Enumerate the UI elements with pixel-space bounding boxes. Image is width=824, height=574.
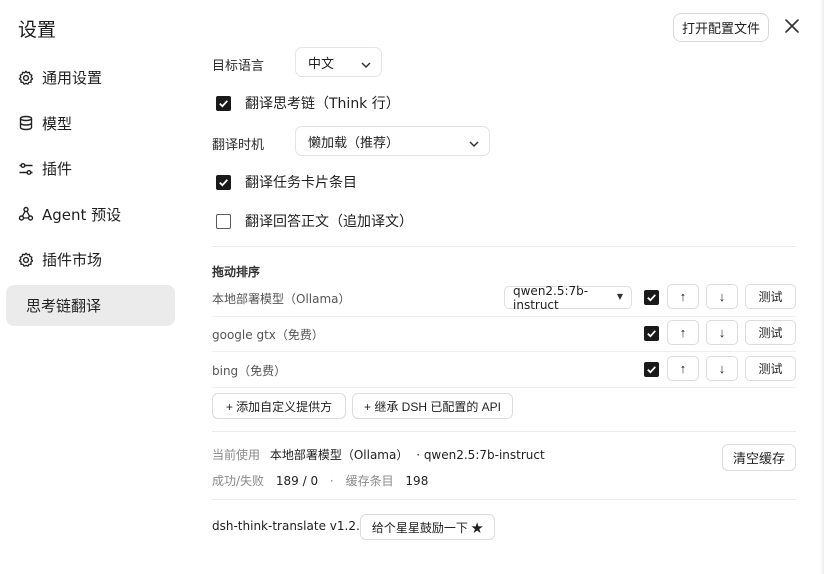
provider-enabled-checkbox[interactable] [644,326,659,341]
chevron-down-icon [361,58,371,69]
sidebar-item-label: 插件市场 [42,251,103,270]
provider-name: bing（免费） [212,364,287,378]
provider-enabled-checkbox[interactable] [644,362,659,377]
provider-row-google[interactable]: google gtx（免费） ↑ ↓ 测试 [212,317,796,353]
translate-answer-checkbox[interactable] [216,213,231,229]
add-custom-provider-button[interactable]: + 添加自定义提供方 [212,393,346,419]
cache-label: 缓存条目 [345,474,394,488]
timing-label: 翻译时机 [212,138,265,153]
database-icon [18,115,34,131]
sidebar-item-label: Agent 预设 [42,205,122,224]
agent-icon [18,206,34,222]
star-button[interactable]: 给个星星鼓励一下 ★ [360,514,495,540]
sidebar-item-models[interactable]: 模型 [6,103,175,144]
translate-answer-option[interactable]: 翻译回答正文（追加译文） [216,211,413,231]
translate-think-option[interactable]: 翻译思考链（Think 行） [216,93,400,113]
sidebar: 通用设置 模型 插件 Agent 预设 插件市场 思考链翻译 [6,57,175,331]
sidebar-item-label: 通用设置 [42,69,103,87]
move-up-button[interactable]: ↑ [667,284,699,309]
window-edge [820,0,824,574]
sliders-icon [18,161,34,177]
target-language-label: 目标语言 [212,59,265,74]
clear-cache-button[interactable]: 清空缓存 [722,444,796,471]
sidebar-item-think-translate[interactable]: 思考链翻译 [6,284,175,326]
sidebar-item-plugin-market[interactable]: 插件市场 [6,239,175,280]
page-title: 设置 [18,19,57,41]
caret-down-icon: ▼ [616,292,623,301]
test-button[interactable]: 测试 [745,320,796,345]
test-button[interactable]: 测试 [745,356,796,381]
target-language-value: 中文 [308,56,335,72]
timing-value: 懒加载（推荐） [308,135,400,151]
success-fail-label: 成功/失败 [212,474,265,488]
translate-task-option[interactable]: 翻译任务卡片条目 [216,172,357,192]
current-provider-line: 当前使用 本地部署模型（Ollama） · qwen2.5:7b-instruc… [212,446,545,463]
sidebar-item-label: 思考链翻译 [26,296,102,315]
timing-select[interactable]: 懒加载（推荐） [295,126,490,156]
target-language-select[interactable]: 中文 [295,47,382,77]
provider-section-title: 拖动排序 [212,265,261,279]
sidebar-item-agent-presets[interactable]: Agent 预设 [6,194,175,235]
translate-think-label: 翻译思考链（Think 行） [245,96,400,112]
row-separator [212,387,796,388]
inherit-dsh-api-button[interactable]: + 继承 DSH 已配置的 API [352,393,513,419]
translate-answer-label: 翻译回答正文（追加译文） [245,214,413,230]
open-config-button[interactable]: 打开配置文件 [673,13,769,42]
move-down-button[interactable]: ↓ [706,356,738,381]
sidebar-item-label: 模型 [42,114,73,133]
divider [212,246,796,247]
provider-name: google gtx（免费） [212,328,324,342]
model-select[interactable]: qwen2.5:7b-instruct ▼ [504,283,632,312]
move-down-button[interactable]: ↓ [706,320,738,345]
chevron-down-icon [469,137,479,148]
current-label: 当前使用 [212,448,261,462]
move-up-button[interactable]: ↑ [667,356,699,381]
sidebar-item-general[interactable]: 通用设置 [6,57,175,98]
sidebar-item-plugins[interactable]: 插件 [6,148,175,189]
settings-window: 设置 打开配置文件 通用设置 模型 插件 Agent 预设 插件市场 思考链翻译… [0,0,824,574]
translate-think-checkbox[interactable] [216,95,231,111]
provider-enabled-checkbox[interactable] [644,290,659,305]
translate-task-label: 翻译任务卡片条目 [245,175,357,191]
divider [212,431,796,432]
separator-dot: · [329,474,334,488]
version-text: dsh-think-translate v1.2.0 [212,519,368,533]
current-model: · qwen2.5:7b-instruct [416,448,545,462]
success-fail-value: 189 / 0 [275,474,319,488]
cache-value: 198 [405,474,429,488]
gear-icon [18,252,34,268]
gear-icon [18,70,34,86]
translate-task-checkbox[interactable] [216,174,231,190]
move-down-button[interactable]: ↓ [706,284,738,309]
close-icon[interactable] [783,17,801,35]
provider-row-ollama[interactable]: 本地部署模型（Ollama） qwen2.5:7b-instruct ▼ ↑ ↓… [212,281,796,317]
test-button[interactable]: 测试 [745,284,796,309]
divider [212,499,796,500]
current-provider: 本地部署模型（Ollama） [269,448,409,462]
provider-name: 本地部署模型（Ollama） [212,292,351,306]
row-separator [212,351,796,352]
move-up-button[interactable]: ↑ [667,320,699,345]
model-value: qwen2.5:7b-instruct [513,283,589,312]
provider-row-bing[interactable]: bing（免费） ↑ ↓ 测试 [212,353,796,389]
sidebar-item-label: 插件 [42,160,73,179]
stats-line: 成功/失败 189 / 0 · 缓存条目 198 [212,472,428,489]
